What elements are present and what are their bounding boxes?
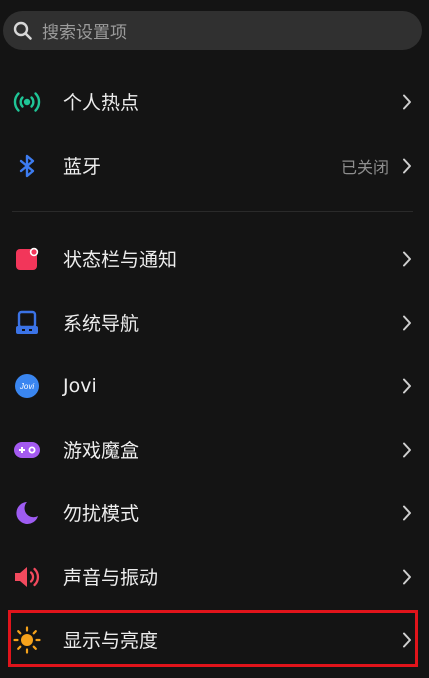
highlight-box	[8, 610, 418, 667]
chevron-right-icon	[403, 251, 411, 266]
chevron-right-icon	[403, 315, 411, 330]
settings-item-label: 个人热点	[63, 92, 140, 114]
settings-item-label: 系统导航	[63, 313, 140, 335]
bluetooth-status: 已关闭	[340, 157, 389, 177]
settings-item-label: 蓝牙	[63, 156, 102, 178]
settings-item-status-bar[interactable]: 状态栏与通知	[0, 227, 429, 290]
chevron-right-icon	[403, 158, 411, 173]
jovi-icon-text: Jovi	[19, 382, 34, 391]
jovi-icon: Jovi	[12, 371, 42, 401]
chevron-right-icon	[403, 378, 411, 393]
settings-item-jovi[interactable]: Jovi Jovi	[0, 354, 429, 417]
settings-item-navigation[interactable]: 系统导航	[0, 291, 429, 354]
settings-item-hotspot[interactable]: 个人热点	[0, 70, 429, 133]
chevron-right-icon	[403, 94, 411, 109]
settings-item-label: 勿扰模式	[63, 503, 140, 525]
chevron-right-icon	[403, 505, 411, 520]
bluetooth-icon	[12, 151, 42, 181]
chevron-right-icon	[403, 442, 411, 457]
settings-item-do-not-disturb[interactable]: 勿扰模式	[0, 481, 429, 544]
speaker-icon	[12, 562, 42, 592]
hotspot-icon	[12, 87, 42, 117]
settings-item-label: 声音与振动	[63, 567, 159, 589]
settings-item-game-box[interactable]: 游戏魔盒	[0, 418, 429, 481]
settings-item-label: 游戏魔盒	[63, 440, 140, 462]
notification-icon	[12, 244, 42, 274]
settings-item-label: 状态栏与通知	[63, 249, 178, 271]
moon-icon	[12, 498, 42, 528]
search-icon	[13, 21, 32, 40]
settings-item-bluetooth[interactable]: 蓝牙 已关闭	[0, 134, 429, 197]
navigation-icon	[12, 308, 42, 338]
settings-item-sound[interactable]: 声音与振动	[0, 545, 429, 608]
section-divider	[12, 211, 413, 212]
search-bar[interactable]: 搜索设置项	[3, 11, 422, 50]
chevron-right-icon	[403, 569, 411, 584]
gamepad-icon	[12, 435, 42, 465]
settings-item-label: Jovi	[63, 374, 97, 397]
search-placeholder: 搜索设置项	[42, 23, 127, 43]
